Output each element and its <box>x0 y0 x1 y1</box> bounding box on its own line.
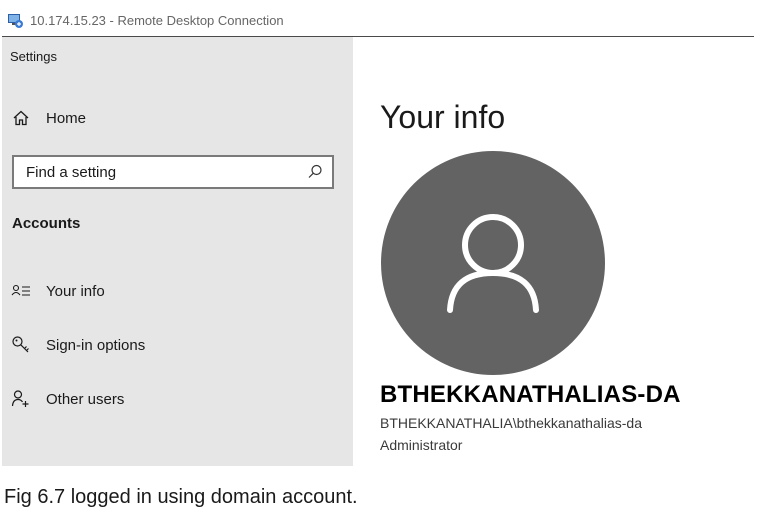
section-title: Accounts <box>12 215 81 232</box>
search-icon[interactable] <box>306 163 324 181</box>
add-person-icon <box>10 388 32 410</box>
display-name: BTHEKKANATHALIAS-DA <box>380 381 681 408</box>
remote-desktop-icon <box>8 14 23 28</box>
nav-home-label: Home <box>46 109 87 127</box>
home-icon <box>10 107 32 129</box>
window-title: 10.174.15.23 - Remote Desktop Connection <box>30 12 284 28</box>
title-bar: 10.174.15.23 - Remote Desktop Connection <box>2 4 754 37</box>
figure-caption: Fig 6.7 logged in using domain account. <box>4 486 358 508</box>
account-name: BTHEKKANATHALIA\bthekkanathalias-da <box>380 415 642 431</box>
avatar <box>381 151 605 375</box>
sidebar-item-label: Sign-in options <box>46 336 146 354</box>
page-title: Your info <box>380 99 506 135</box>
account-type: Administrator <box>380 437 463 453</box>
search-box <box>12 155 334 189</box>
remote-desktop-window: 10.174.15.23 - Remote Desktop Connection… <box>2 4 754 466</box>
avatar-circle <box>381 151 605 375</box>
sidebar-item-label: Your info <box>46 282 105 300</box>
person-card-icon <box>10 280 32 302</box>
sidebar-item-label: Other users <box>46 390 125 408</box>
app-name: Settings <box>10 49 57 64</box>
sidebar-item-other-users[interactable]: Other users <box>10 388 124 410</box>
sidebar-item-your-info[interactable]: Your info <box>10 280 105 302</box>
sidebar-item-sign-in-options[interactable]: Sign-in options <box>10 334 145 356</box>
key-icon <box>10 334 32 356</box>
nav-home[interactable]: Home <box>10 107 86 129</box>
settings-sidebar: Settings Home Accounts <box>2 37 353 466</box>
search-input[interactable] <box>14 162 308 182</box>
main-content: Your info BTHEKKANATHALIAS-DA BTHEKKANAT… <box>353 37 754 466</box>
